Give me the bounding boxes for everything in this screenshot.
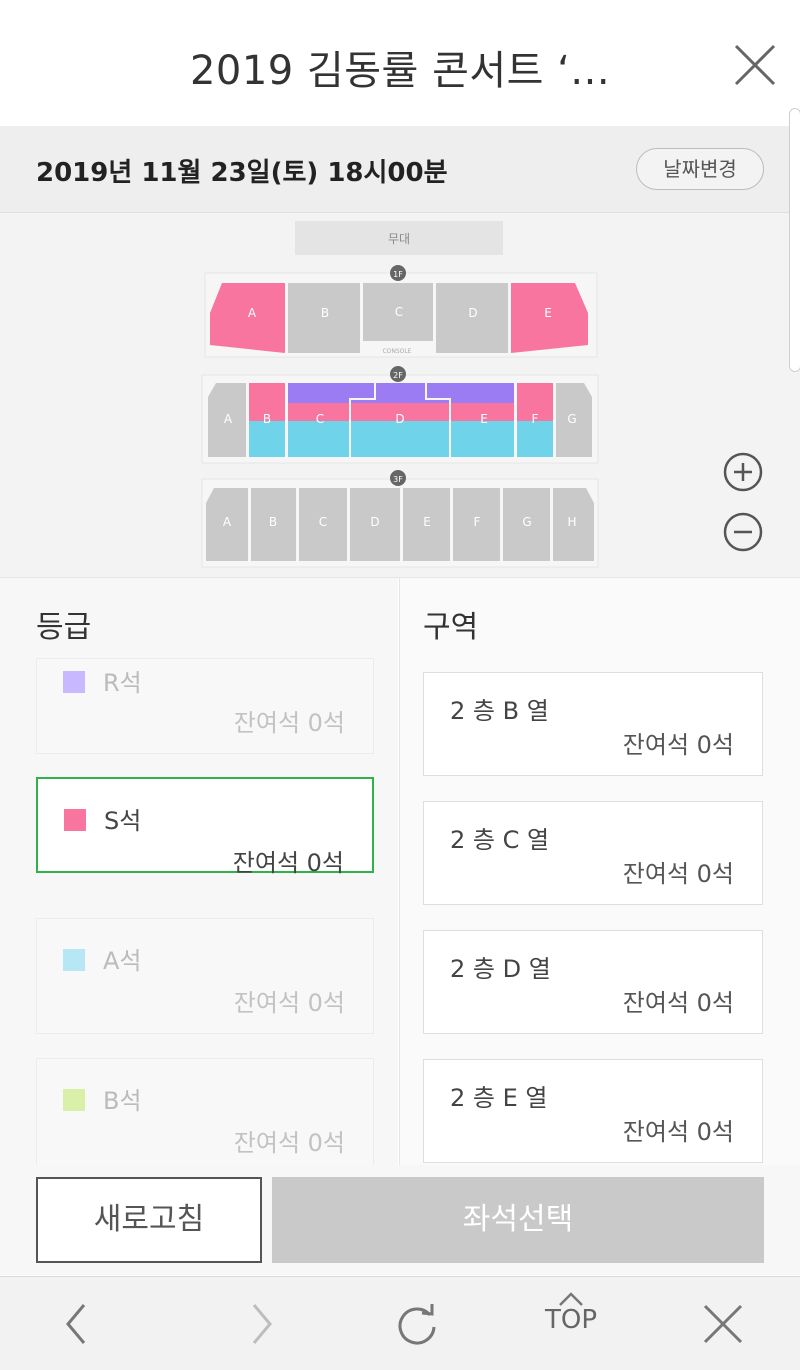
console-label: CONSOLE	[382, 348, 411, 355]
selection-panels: 등급 R석 잔여석 0석 S석 잔여석 0석 A석 잔여석 0석 B석 잔여석 …	[0, 577, 800, 1168]
zone-remaining: 잔여석 0석	[622, 731, 734, 759]
zoom-out-icon[interactable]	[722, 511, 764, 553]
top-label: TOP	[544, 1305, 598, 1335]
svg-text:B: B	[321, 306, 329, 320]
select-seat-button[interactable]: 좌석선택	[272, 1177, 764, 1263]
svg-text:E: E	[423, 515, 431, 529]
svg-text:E: E	[480, 412, 488, 426]
date-bar: 2019년 11월 23일(토) 18시00분 날짜변경	[0, 126, 800, 213]
svg-text:C: C	[316, 412, 324, 426]
svg-text:A: A	[248, 306, 257, 320]
grade-color-swatch	[64, 809, 86, 831]
seat-map[interactable]: 무대 1F A B C CONSOLE D E 2F A B C D E F G…	[0, 213, 800, 577]
svg-text:G: G	[567, 412, 576, 426]
reload-icon[interactable]	[392, 1299, 442, 1349]
change-date-button[interactable]: 날짜변경	[636, 148, 764, 190]
zone-card[interactable]: 2 층 D 열 잔여석 0석	[423, 930, 763, 1034]
performance-date: 2019년 11월 23일(토) 18시00분	[36, 158, 448, 188]
svg-text:E: E	[544, 306, 552, 320]
grade-remaining: 잔여석 0석	[233, 1129, 345, 1157]
forward-icon[interactable]	[236, 1299, 286, 1349]
grade-card-s[interactable]: S석 잔여석 0석	[36, 777, 374, 877]
page-title: 2019 김동률 콘서트 ‘...	[189, 48, 611, 94]
grade-color-swatch	[63, 671, 85, 693]
grade-name: R석	[103, 669, 142, 697]
floor-label-2f: 2F	[393, 371, 403, 380]
svg-text:H: H	[567, 515, 576, 529]
svg-text:B: B	[269, 515, 277, 529]
grade-name: S석	[104, 807, 142, 835]
zone-name: 2 층 B 열	[450, 697, 549, 725]
zone-remaining: 잔여석 0석	[622, 1118, 734, 1146]
svg-text:B: B	[263, 412, 271, 426]
floor-label-1f: 1F	[393, 270, 403, 279]
svg-text:D: D	[468, 306, 477, 320]
svg-text:D: D	[370, 515, 379, 529]
action-bar: 새로고침 좌석선택	[0, 1165, 800, 1275]
zone-name: 2 층 E 열	[450, 1084, 548, 1112]
zone-title: 구역	[423, 610, 479, 645]
section-2f-purple-row	[288, 383, 514, 403]
browser-nav-bar: TOP	[0, 1276, 800, 1370]
section-2f-cyan-row	[288, 421, 514, 457]
zoom-in-icon[interactable]	[722, 451, 764, 493]
scrollbar[interactable]	[789, 108, 800, 372]
grade-name: B석	[103, 1087, 142, 1115]
zone-remaining: 잔여석 0석	[622, 989, 734, 1017]
grade-card-a[interactable]: A석 잔여석 0석	[36, 918, 374, 1034]
grade-remaining: 잔여석 0석	[233, 989, 345, 1017]
zone-card[interactable]: 2 층 E 열 잔여석 0석	[423, 1059, 763, 1163]
grade-remaining: 잔여석 0석	[233, 709, 345, 737]
grade-color-swatch	[63, 1089, 85, 1111]
seat-map-graphic[interactable]: 무대 1F A B C CONSOLE D E 2F A B C D E F G…	[0, 213, 800, 577]
svg-text:F: F	[474, 515, 481, 529]
zone-name: 2 층 C 열	[450, 826, 550, 854]
grade-remaining: 잔여석 0석	[232, 849, 344, 877]
zone-card[interactable]: 2 층 B 열 잔여석 0석	[423, 672, 763, 776]
close-browser-icon[interactable]	[698, 1299, 748, 1349]
section-2f-b-cyan	[249, 421, 285, 457]
stage-label: 무대	[388, 232, 410, 246]
svg-text:A: A	[224, 412, 233, 426]
grade-name: A석	[103, 947, 142, 975]
svg-text:C: C	[319, 515, 327, 529]
zone-card[interactable]: 2 층 C 열 잔여석 0석	[423, 801, 763, 905]
svg-text:A: A	[223, 515, 232, 529]
section-2f-f-cyan	[517, 421, 553, 457]
floor-label-3f: 3F	[393, 475, 403, 484]
svg-text:F: F	[532, 412, 539, 426]
svg-text:G: G	[522, 515, 531, 529]
close-icon[interactable]	[730, 40, 780, 90]
grade-card-r[interactable]: R석 잔여석 0석	[36, 658, 374, 754]
grade-panel: 등급 R석 잔여석 0석 S석 잔여석 0석 A석 잔여석 0석 B석 잔여석 …	[0, 578, 398, 1168]
grade-card-b[interactable]: B석 잔여석 0석	[36, 1058, 374, 1168]
zone-name: 2 층 D 열	[450, 955, 551, 983]
zone-remaining: 잔여석 0석	[622, 860, 734, 888]
zone-panel: 구역 2 층 B 열 잔여석 0석 2 층 C 열 잔여석 0석 2 층 D 열…	[399, 578, 800, 1168]
grade-color-swatch	[63, 949, 85, 971]
modal-header: 2019 김동률 콘서트 ‘...	[0, 0, 800, 126]
grade-title: 등급	[36, 610, 92, 645]
refresh-button[interactable]: 새로고침	[36, 1177, 262, 1263]
svg-text:D: D	[395, 412, 404, 426]
back-icon[interactable]	[52, 1299, 102, 1349]
scroll-top-button[interactable]: TOP	[540, 1291, 602, 1351]
svg-text:C: C	[395, 305, 403, 319]
